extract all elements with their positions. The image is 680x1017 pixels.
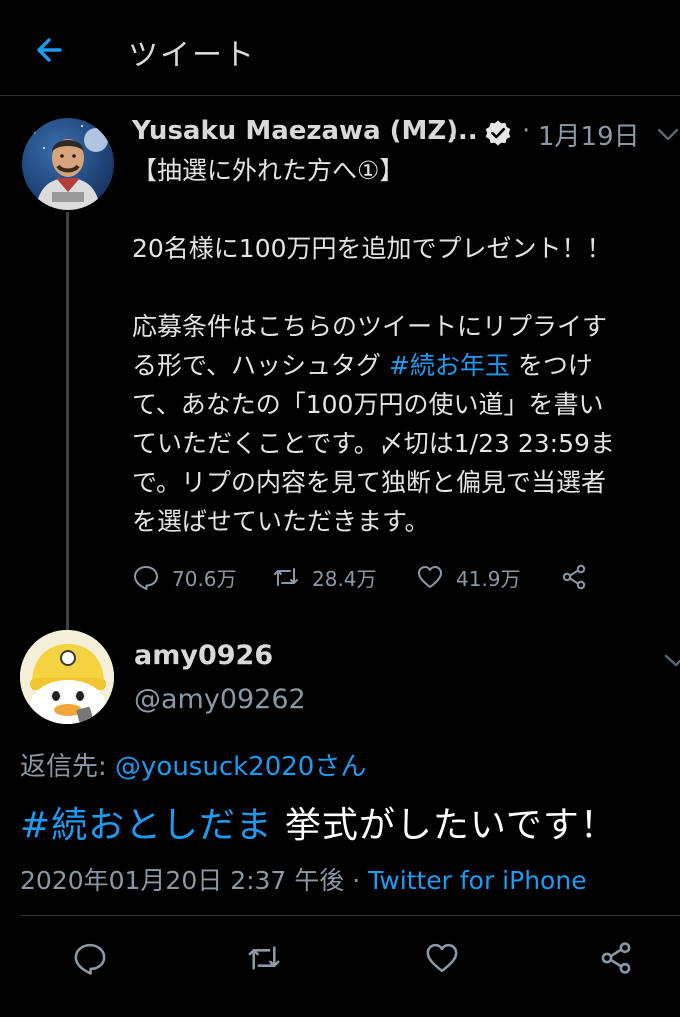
tweet-text-line: 応募条件はこちらのツイートにリプライす: [132, 312, 608, 341]
author-name[interactable]: amy0926: [134, 640, 273, 671]
reply-to-label: 返信先:: [20, 752, 116, 782]
hashtag-link[interactable]: #続お年玉: [389, 351, 510, 380]
share-icon: [562, 564, 586, 590]
profile-photo: [22, 118, 114, 210]
tweet-actions: 70.6万 28.4万 41.9万: [132, 560, 652, 594]
share-button[interactable]: [560, 560, 588, 594]
retweet-icon: [274, 568, 298, 586]
tweet-text-line: で。リプの内容を見て独断と偏見で当選者: [132, 468, 607, 497]
text-segment: をつけ: [509, 351, 593, 380]
text-segment: る形で、ハッシュタグ: [132, 351, 389, 380]
avatar[interactable]: [22, 118, 114, 210]
chevron-down-icon[interactable]: [656, 124, 680, 144]
like-button[interactable]: 41.9万: [416, 560, 521, 594]
retweet-icon[interactable]: [246, 940, 282, 976]
author-handle[interactable]: @amy09262: [134, 684, 306, 715]
top-app-bar: ツイート: [0, 0, 680, 96]
tweet-text-line: を選ばせていただきます。: [132, 507, 430, 536]
arrow-left-icon: [37, 38, 62, 62]
text-segment: 挙式がしたいです！: [272, 805, 617, 846]
tweet-text: 【抽選に外れた方へ①】 20名様に100万円を追加でプレゼント！！ 応募条件はこ…: [132, 151, 680, 541]
heart-icon[interactable]: [424, 940, 460, 976]
tweet-timestamp: 2020年01月20日 2:37 午後 · Twitter for iPhone: [20, 861, 587, 897]
retweet-count: 28.4万: [312, 566, 377, 591]
back-button[interactable]: [30, 30, 70, 70]
reply-icon[interactable]: [72, 940, 108, 976]
reply-count: 70.6万: [172, 566, 237, 591]
name-ellipsis: ...: [448, 116, 478, 146]
page-title: ツイート: [128, 38, 256, 73]
hashtag-link[interactable]: #続おとしだま: [20, 805, 272, 846]
meta-separator: ·: [522, 116, 531, 146]
tweet-text-line: 20名様に100万円を追加でプレゼント！！: [132, 234, 612, 263]
thread-connector: [66, 212, 69, 630]
avatar[interactable]: [20, 630, 114, 724]
tweet-text-line: て、あなたの「100万円の使い道」を書い: [132, 390, 604, 419]
timestamp-text[interactable]: 2020年01月20日 2:37 午後 ·: [20, 866, 368, 895]
tweet-text-line: 【抽選に外れた方へ①】: [132, 156, 405, 185]
tweet-date[interactable]: 1月19日: [538, 116, 640, 153]
source-link[interactable]: Twitter for iPhone: [368, 866, 586, 895]
mention-link[interactable]: @yousuck2020さん: [115, 752, 366, 782]
retweet-button[interactable]: 28.4万: [272, 560, 377, 594]
tweet-text-line: ていただくことです。〆切は1/23 23:59ま: [132, 429, 615, 458]
author-name[interactable]: Yusaku Maezawa (MZ): [132, 116, 458, 146]
verified-badge-icon: [485, 120, 511, 146]
tweet-text-line: る形で、ハッシュタグ #続お年玉 をつけ: [132, 346, 680, 385]
tweet-actions: [0, 940, 680, 980]
share-icon[interactable]: [598, 940, 634, 976]
heart-icon: [418, 566, 442, 588]
divider: [20, 915, 680, 916]
tweet-text-line: [132, 190, 680, 229]
like-count: 41.9万: [456, 566, 521, 591]
reply-icon: [134, 566, 158, 590]
tweet-text-line: [132, 268, 680, 307]
tweet-text: #続おとしだま 挙式がしたいです！: [20, 796, 617, 848]
chevron-down-icon[interactable]: [664, 650, 680, 670]
profile-photo: [20, 630, 114, 724]
reply-to-line: 返信先: @yousuck2020さん: [20, 746, 366, 783]
reply-button[interactable]: 70.6万: [132, 560, 237, 594]
tweet-detail-screen: ツイート Yusaku Maezawa (MZ) ... · 1月19日 【抽選…: [0, 0, 680, 1017]
tweet-header: Yusaku Maezawa (MZ) ... · 1月19日: [132, 114, 680, 154]
